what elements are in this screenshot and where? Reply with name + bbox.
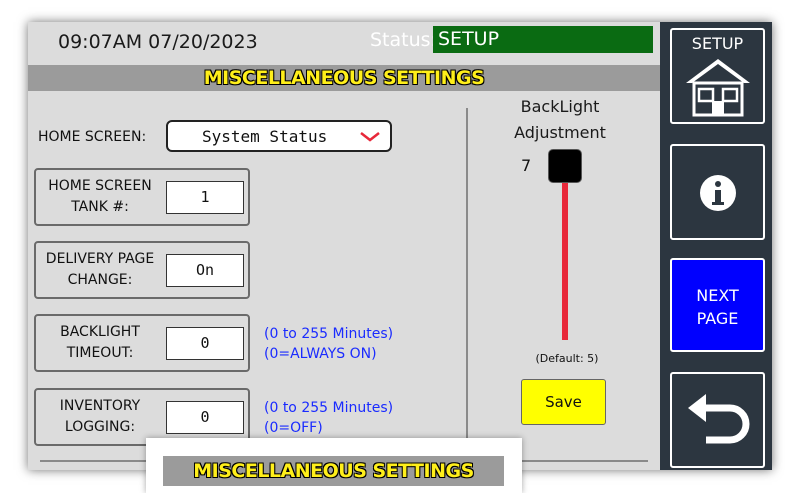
inventory-logging-label: INVENTORY LOGGING: xyxy=(59,398,141,435)
setup-home-button[interactable]: SETUP xyxy=(670,28,765,124)
back-button[interactable] xyxy=(670,372,765,468)
inventory-logging-hint: (0 to 255 Minutes) (0=OFF) xyxy=(264,400,394,436)
vertical-divider xyxy=(466,108,468,458)
backlight-slider-track[interactable] xyxy=(562,162,568,340)
backlight-timeout-group: BACKLIGHT TIMEOUT: 0 xyxy=(34,314,250,372)
backlight-timeout-hint: (0 to 255 Minutes) (0=ALWAYS ON) xyxy=(264,326,394,362)
info-icon xyxy=(700,175,736,211)
status-label: Status: xyxy=(370,29,437,51)
delivery-page-change-label: DELIVERY PAGE CHANGE: xyxy=(45,251,155,288)
chevron-down-icon xyxy=(360,132,380,142)
back-arrow-icon xyxy=(688,394,750,444)
backlight-slider-thumb[interactable] xyxy=(549,150,581,182)
home-screen-tank-input[interactable]: 1 xyxy=(166,181,244,214)
home-screen-value: System Status xyxy=(202,127,328,146)
home-screen-dropdown[interactable]: System Status xyxy=(166,120,392,152)
backlight-timeout-label: BACKLIGHT TIMEOUT: xyxy=(60,324,140,361)
home-screen-tank-label: HOME SCREEN TANK #: xyxy=(48,178,152,215)
home-screen-label: HOME SCREEN: xyxy=(38,129,147,145)
datetime-display: 09:07AM 07/20/2023 xyxy=(58,31,258,53)
page-title: MISCELLANEOUS SETTINGS xyxy=(28,65,660,91)
setup-label: SETUP xyxy=(691,34,744,53)
hmi-screen: 09:07AM 07/20/2023 Status: SETUP MISCELL… xyxy=(28,22,772,470)
delivery-page-change-input[interactable]: On xyxy=(166,254,244,287)
overlay-panel: MISCELLANEOUS SETTINGS xyxy=(146,438,522,493)
backlight-default-text: (Default: 5) xyxy=(535,352,599,365)
backlight-timeout-input[interactable]: 0 xyxy=(166,327,244,360)
home-icon xyxy=(686,59,750,117)
info-button[interactable] xyxy=(670,144,765,240)
home-screen-tank-group: HOME SCREEN TANK #: 1 xyxy=(34,168,250,226)
next-page-button[interactable]: NEXT PAGE xyxy=(670,258,765,352)
save-button[interactable]: Save xyxy=(521,379,606,425)
backlight-value: 7 xyxy=(521,156,532,175)
backlight-adjustment-title: BackLight Adjustment xyxy=(514,97,606,142)
delivery-page-change-group: DELIVERY PAGE CHANGE: On xyxy=(34,241,250,299)
next-page-label: NEXT PAGE xyxy=(696,286,739,328)
overlay-title: MISCELLANEOUS SETTINGS xyxy=(163,456,504,486)
inventory-logging-input[interactable]: 0 xyxy=(166,401,244,434)
sidebar: SETUP NEXT PAGE xyxy=(660,22,772,470)
status-badge: SETUP xyxy=(433,26,653,53)
